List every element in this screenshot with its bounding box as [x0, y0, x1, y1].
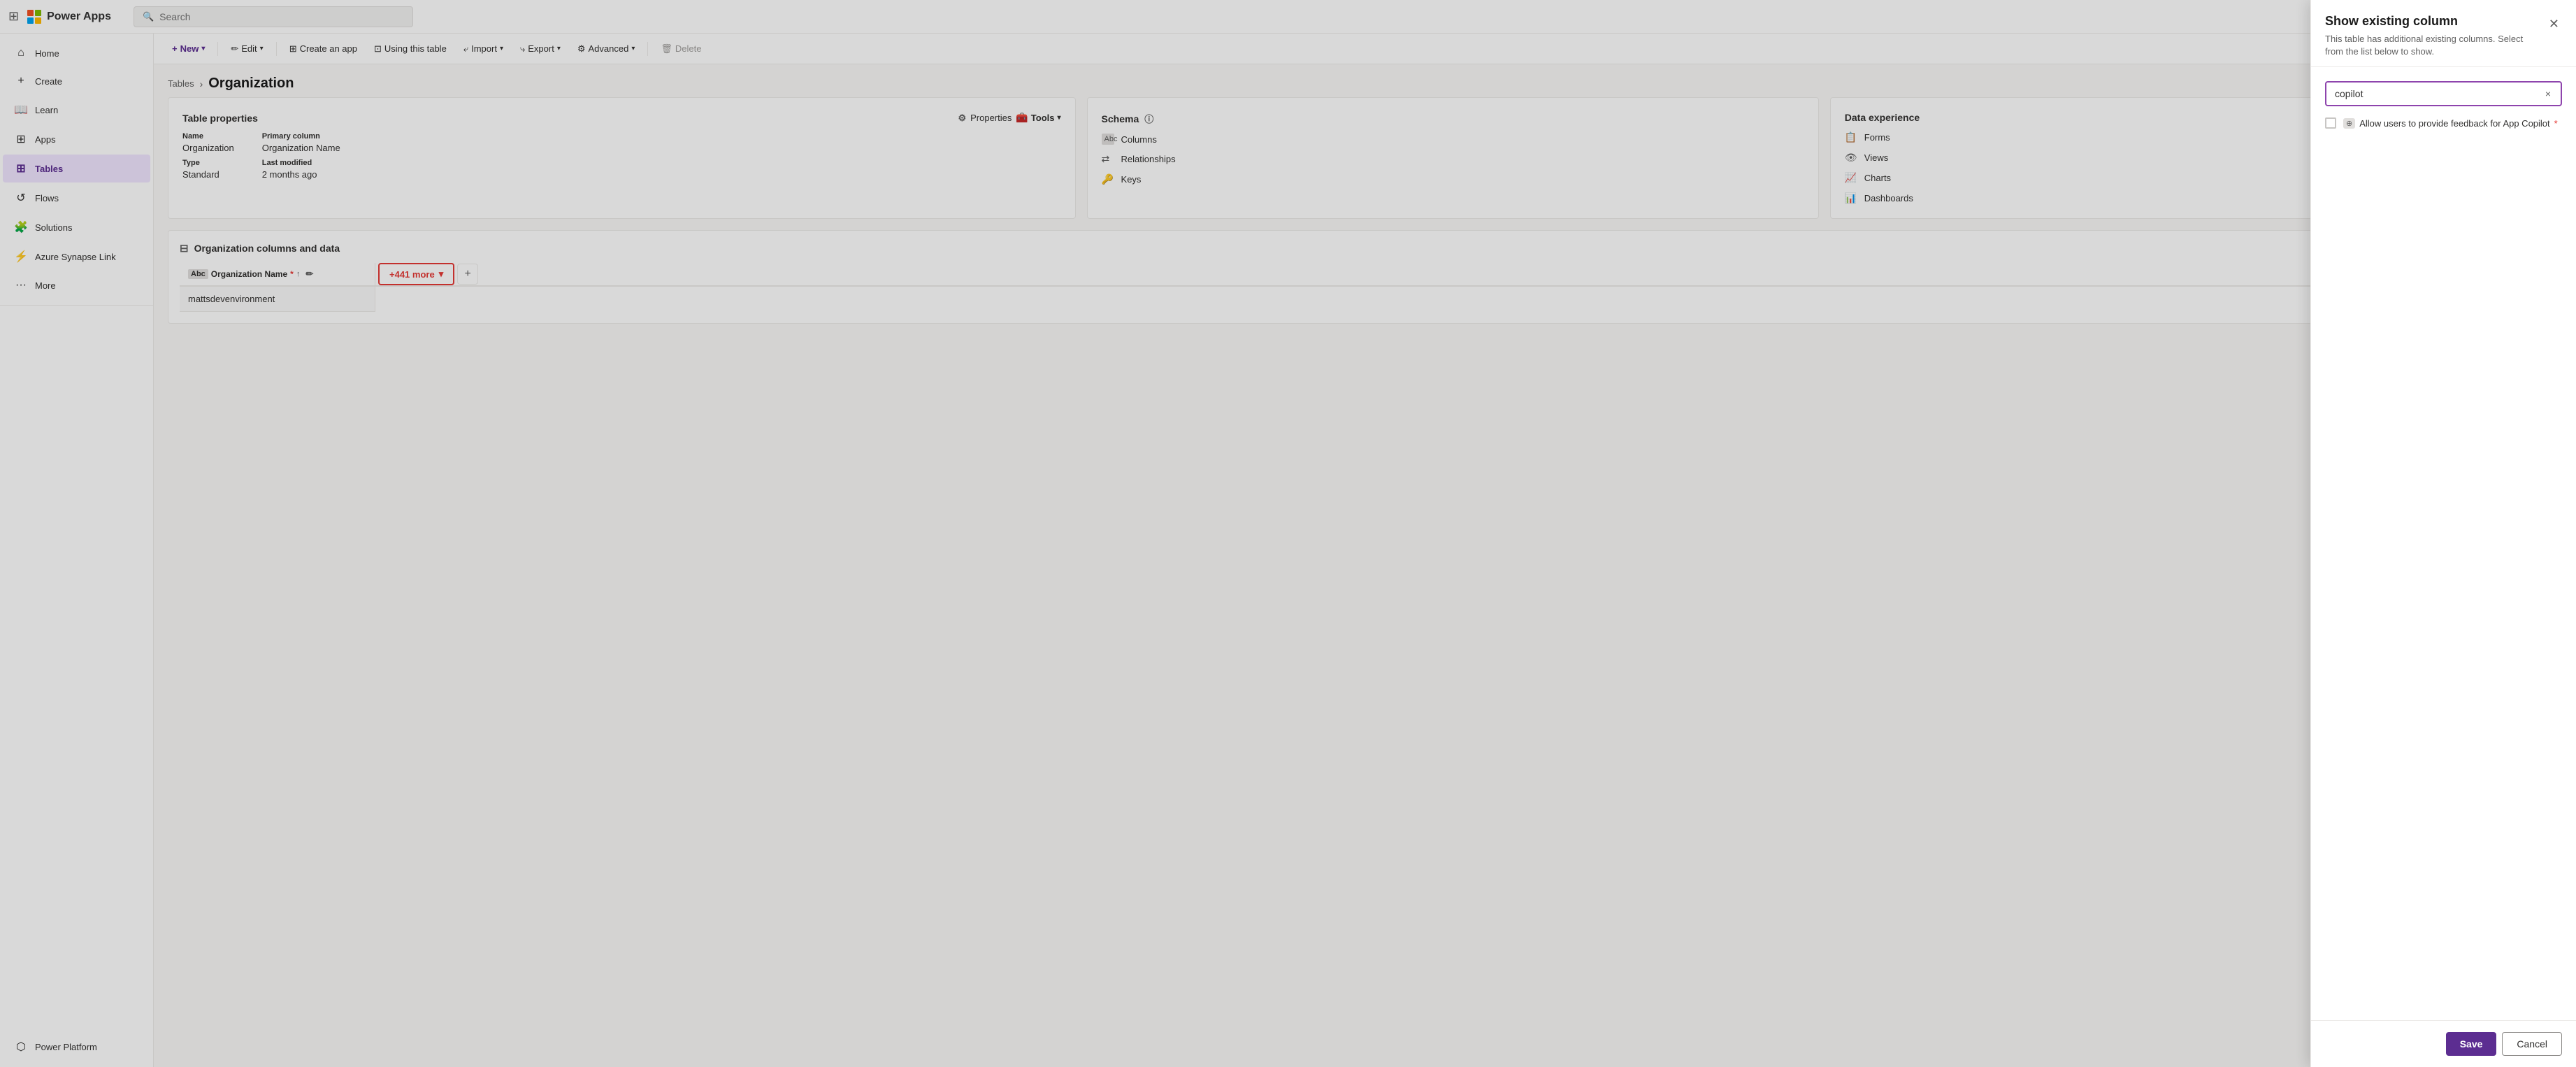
tag-icon: ⊕ — [2343, 118, 2355, 129]
panel-footer: Save Cancel — [2311, 1020, 2576, 1067]
panel-header: Show existing column This table has addi… — [2311, 0, 2576, 67]
panel-search-input[interactable] — [2335, 88, 2538, 99]
panel-overlay[interactable] — [0, 0, 2576, 1067]
panel-close-button[interactable]: ✕ — [2546, 14, 2562, 34]
copilot-feedback-checkbox[interactable] — [2325, 117, 2336, 129]
required-star: * — [2554, 118, 2558, 129]
panel-title: Show existing column — [2325, 14, 2535, 29]
panel-search-clear-button[interactable]: × — [2544, 88, 2552, 99]
clear-icon: × — [2545, 88, 2551, 99]
save-button[interactable]: Save — [2446, 1032, 2497, 1056]
panel-checkbox-row: ⊕ Allow users to provide feedback for Ap… — [2325, 117, 2562, 129]
panel-subtitle: This table has additional existing colum… — [2325, 33, 2535, 58]
copilot-feedback-label: ⊕ Allow users to provide feedback for Ap… — [2343, 118, 2558, 129]
panel-title-block: Show existing column This table has addi… — [2325, 14, 2535, 58]
panel-body: × ⊕ Allow users to provide feedback for … — [2311, 67, 2576, 1020]
panel-search-wrapper: × — [2325, 81, 2562, 106]
show-existing-column-panel: Show existing column This table has addi… — [2310, 0, 2576, 1067]
cancel-button[interactable]: Cancel — [2502, 1032, 2562, 1056]
